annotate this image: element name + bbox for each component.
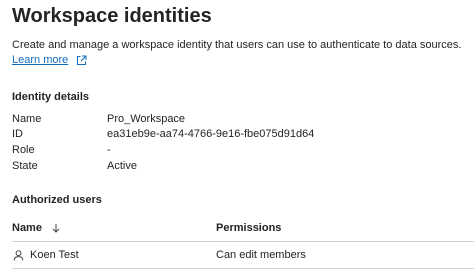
detail-value: Active bbox=[107, 160, 137, 172]
identity-details-heading: Identity details bbox=[12, 91, 90, 103]
detail-row-name: Name Pro_Workspace bbox=[12, 113, 462, 125]
learn-more-label[interactable]: Learn more bbox=[12, 54, 68, 66]
detail-value: ea31eb9e-aa74-4766-9e16-fbe075d91d64 bbox=[107, 128, 315, 140]
detail-key: Role bbox=[12, 144, 35, 156]
user-name: Koen Test bbox=[30, 249, 79, 261]
detail-key: State bbox=[12, 160, 38, 172]
detail-key: ID bbox=[12, 128, 23, 140]
detail-row-role: Role - bbox=[12, 144, 462, 156]
detail-value: Pro_Workspace bbox=[107, 113, 186, 125]
page-title: Workspace identities bbox=[12, 5, 212, 27]
user-name-cell: Koen Test bbox=[12, 249, 216, 261]
table-row[interactable]: Koen Test Can edit members bbox=[12, 242, 474, 269]
detail-key: Name bbox=[12, 113, 42, 125]
workspace-identities-panel: Workspace identities Create and manage a… bbox=[0, 0, 474, 276]
authorized-users-table: Name Permissions Koen Test Can edit memb… bbox=[12, 215, 474, 269]
column-header-name[interactable]: Name bbox=[12, 222, 216, 234]
detail-row-id: ID ea31eb9e-aa74-4766-9e16-fbe075d91d64 bbox=[12, 128, 462, 140]
open-external-icon[interactable] bbox=[76, 55, 87, 66]
column-header-name-label[interactable]: Name bbox=[12, 222, 42, 234]
person-icon bbox=[13, 249, 24, 261]
detail-row-state: State Active bbox=[12, 160, 462, 172]
user-permissions: Can edit members bbox=[216, 249, 306, 261]
column-header-permissions[interactable]: Permissions bbox=[216, 222, 474, 234]
detail-value: - bbox=[107, 144, 111, 156]
learn-more-link[interactable]: Learn more bbox=[12, 54, 87, 66]
table-header: Name Permissions bbox=[12, 215, 474, 242]
arrow-down-icon[interactable] bbox=[51, 223, 61, 233]
authorized-users-heading: Authorized users bbox=[12, 194, 102, 206]
page-description: Create and manage a workspace identity t… bbox=[12, 39, 462, 51]
